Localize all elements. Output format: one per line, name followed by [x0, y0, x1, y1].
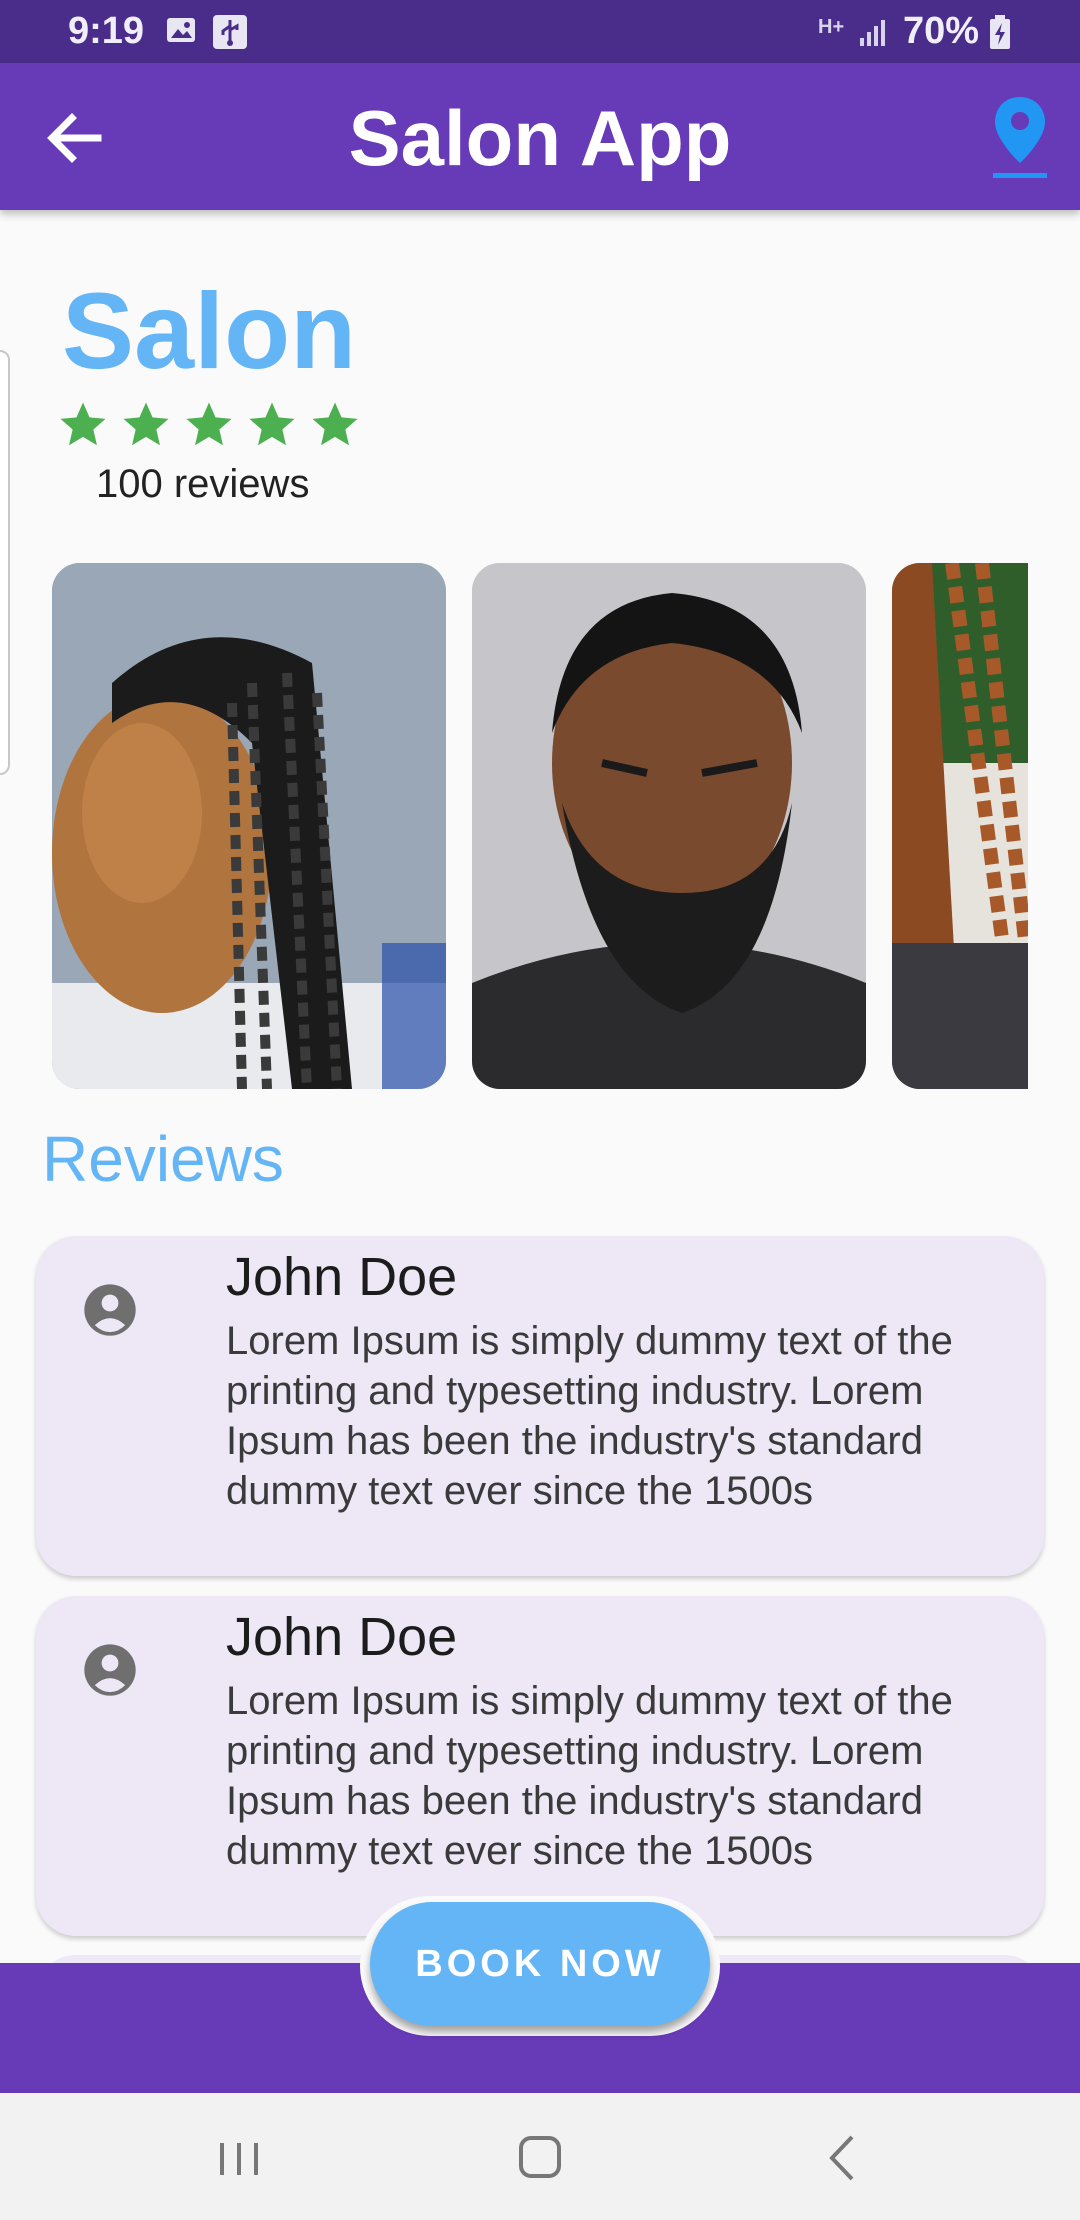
- account-circle-icon: [84, 1284, 136, 1336]
- location-pin-icon[interactable]: [990, 93, 1050, 183]
- review-card[interactable]: John Doe Lorem Ipsum is simply dummy tex…: [36, 1236, 1044, 1576]
- status-bar: 9:19 H+ 70%: [0, 0, 1080, 63]
- network-type: H+: [818, 16, 845, 38]
- drawer-edge[interactable]: [0, 350, 10, 775]
- reviewer-name: John Doe: [226, 1247, 458, 1307]
- photo-gallery[interactable]: [52, 563, 1028, 1089]
- review-text: Lorem Ipsum is simply dummy text of the …: [226, 1319, 953, 1513]
- battery-level: 70%: [903, 10, 980, 52]
- salon-name: Salon: [62, 270, 357, 391]
- battery-charging-icon: [990, 15, 1010, 49]
- book-now-button[interactable]: BOOK NOW: [370, 1902, 710, 2026]
- system-nav-bar: [0, 2093, 1080, 2220]
- beard-fade-haircut-photo[interactable]: [472, 563, 866, 1089]
- review-text: Lorem Ipsum is simply dummy text of the …: [226, 1679, 953, 1873]
- reviews-heading: Reviews: [42, 1123, 284, 1195]
- star-icon: [123, 402, 169, 446]
- status-time: 9:19: [68, 10, 145, 52]
- star-icon: [249, 402, 295, 446]
- reviews-count: 100 reviews: [96, 462, 310, 506]
- rating-stars: [56, 398, 362, 458]
- star-icon: [312, 402, 358, 446]
- recent-apps-icon[interactable]: [204, 2123, 274, 2193]
- gallery-icon: [167, 18, 195, 42]
- app-title: Salon App: [348, 94, 732, 182]
- app-bar: Salon App: [0, 63, 1080, 210]
- braided-hairstyle-photo[interactable]: [52, 563, 446, 1089]
- signal-icon: [860, 20, 885, 46]
- reviewer-name: John Doe: [226, 1607, 458, 1667]
- star-icon: [60, 402, 106, 446]
- home-icon[interactable]: [505, 2123, 575, 2193]
- usb-icon: [213, 15, 247, 49]
- star-icon: [186, 402, 232, 446]
- copper-braids-photo[interactable]: [892, 563, 1028, 1089]
- account-circle-icon: [84, 1644, 136, 1696]
- review-card[interactable]: John Doe Lorem Ipsum is simply dummy tex…: [36, 1596, 1044, 1936]
- back-nav-icon[interactable]: [808, 2123, 878, 2193]
